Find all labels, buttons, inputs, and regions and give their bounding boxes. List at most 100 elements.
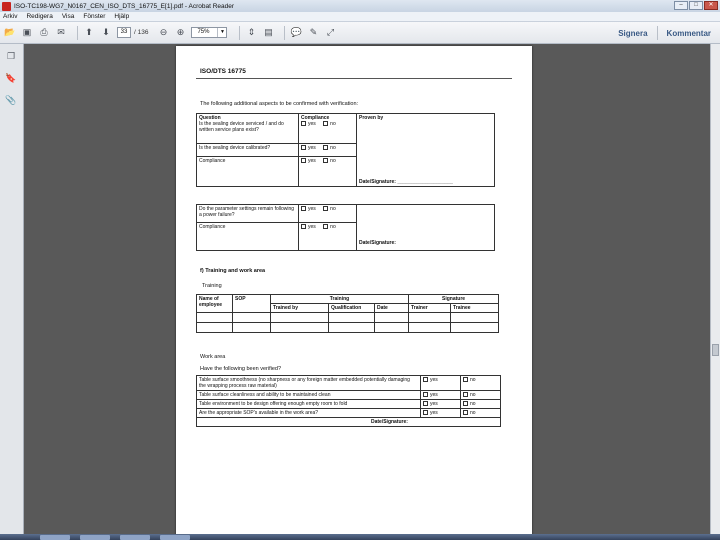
empty-cell <box>232 312 271 323</box>
next-page-icon[interactable]: ⬇ <box>100 27 112 39</box>
empty-cell <box>328 312 375 323</box>
empty-cell <box>328 322 375 333</box>
email-icon[interactable]: ✉ <box>55 27 67 39</box>
yes-label: yes <box>308 145 316 152</box>
yes-checkbox[interactable] <box>301 158 306 164</box>
attachment-icon[interactable]: 📎 <box>5 94 17 106</box>
no-checkbox[interactable] <box>323 158 329 164</box>
page-number-input[interactable]: 33 <box>117 27 131 38</box>
no-checkbox[interactable] <box>323 206 329 212</box>
menu-edit[interactable]: Redigera <box>26 13 52 20</box>
taskbar-item[interactable] <box>160 535 190 540</box>
save-icon[interactable]: ▣ <box>21 27 33 39</box>
yes-checkbox[interactable] <box>301 121 306 127</box>
menu-file[interactable]: Arkiv <box>3 13 17 20</box>
no-label: no <box>330 224 336 230</box>
no-checkbox[interactable] <box>323 145 329 151</box>
table-cell: yes <box>420 390 461 400</box>
table-row: Date/Signature: <box>196 417 501 427</box>
yes-label: yes <box>308 121 316 127</box>
zoom-in-icon[interactable]: ⊕ <box>174 27 186 39</box>
date-signature: Date/Signature: ____________________ <box>359 179 453 185</box>
menu-view[interactable]: Visa <box>62 13 75 20</box>
date-header: Date <box>373 303 410 313</box>
fit-page-icon[interactable]: ⇕ <box>245 27 257 39</box>
no-checkbox[interactable] <box>463 377 468 383</box>
yes-checkbox[interactable] <box>301 206 306 212</box>
date-signature: Date/Signature: <box>359 240 396 246</box>
empty-cell <box>270 322 329 333</box>
table-cell: no <box>460 408 501 418</box>
taskbar-item[interactable] <box>40 535 70 540</box>
yes-checkbox[interactable] <box>301 224 306 230</box>
menu-help[interactable]: Hjälp <box>114 13 129 20</box>
table-cell: Date/Signature: <box>196 417 501 427</box>
table-row: Question Is the sealing device serviced … <box>196 112 495 187</box>
yes-label: yes <box>308 158 316 164</box>
pdf-page: ISO/DTS 16775 The following additional a… <box>176 46 532 540</box>
comment-button[interactable]: Kommentar <box>658 29 720 38</box>
menu-window[interactable]: Fönster <box>83 13 105 20</box>
yes-label: yes <box>308 224 316 230</box>
open-icon[interactable]: 📂 <box>4 27 16 39</box>
zoom-out-icon[interactable]: ⊖ <box>157 27 169 39</box>
table-cell: no <box>460 375 501 391</box>
verification-table-2: Do the parameter settings remain followi… <box>196 204 495 251</box>
empty-cell <box>270 312 329 323</box>
no-label: no <box>470 377 476 383</box>
yes-label: yes <box>430 377 438 383</box>
question-text: Do the parameter settings remain followi… <box>196 204 299 223</box>
yes-checkbox[interactable] <box>423 401 428 407</box>
question-text: Is the sealing device serviced / and do … <box>199 121 284 133</box>
taskbar <box>0 534 720 540</box>
no-checkbox[interactable] <box>323 121 329 127</box>
scroll-thumb[interactable] <box>712 344 719 356</box>
document-header: ISO/DTS 16775 <box>200 68 246 75</box>
no-checkbox[interactable] <box>463 410 468 416</box>
no-checkbox[interactable] <box>463 392 468 398</box>
highlight-icon[interactable]: ✎ <box>307 27 319 39</box>
table-cell: yes <box>420 408 461 418</box>
taskbar-item[interactable] <box>80 535 110 540</box>
pages-icon[interactable]: ❐ <box>5 50 17 62</box>
compliance-label: Compliance <box>196 156 299 187</box>
no-checkbox[interactable] <box>323 224 329 230</box>
no-label: no <box>470 392 476 398</box>
no-label: no <box>330 206 336 212</box>
sign-button[interactable]: Signera <box>609 29 656 38</box>
empty-cell <box>196 322 233 333</box>
empty-cell <box>373 312 410 323</box>
section-heading: f) Training and work area <box>200 268 266 274</box>
bookmark-icon[interactable]: 🔖 <box>5 72 17 84</box>
yes-checkbox[interactable] <box>423 392 428 398</box>
no-checkbox[interactable] <box>463 401 468 407</box>
table-cell: Compliance yes no <box>298 112 357 145</box>
work-area-signature: Date/Signature: <box>371 419 408 425</box>
intro-text: The following additional aspects to be c… <box>200 101 359 107</box>
maximize-button[interactable]: □ <box>689 1 703 10</box>
comment-icon[interactable]: 💬 <box>290 27 302 39</box>
page-total: / 136 <box>134 29 149 36</box>
taskbar-item[interactable] <box>120 535 150 540</box>
close-button[interactable]: ✕ <box>704 1 718 10</box>
fit-width-icon[interactable]: ▤ <box>262 27 274 39</box>
print-icon[interactable]: ⎙ <box>38 27 50 39</box>
yes-checkbox[interactable] <box>301 145 306 151</box>
minimize-button[interactable]: – <box>674 1 688 10</box>
table-cell: yes no <box>298 222 357 251</box>
no-label: no <box>470 401 476 407</box>
acrobat-icon <box>2 1 11 11</box>
vertical-scrollbar[interactable] <box>710 44 720 540</box>
work-area-item: Table environment to be design offering … <box>196 399 421 409</box>
work-area-item: Table surface smoothness (no sharpness o… <box>196 375 421 391</box>
yes-label: yes <box>430 392 438 398</box>
work-area-label: Work area <box>200 354 226 360</box>
yes-checkbox[interactable] <box>423 377 428 383</box>
table-cell: no <box>460 390 501 400</box>
previous-page-icon[interactable]: ⬆ <box>83 27 95 39</box>
expand-icon[interactable]: ⤢ <box>324 27 336 39</box>
yes-checkbox[interactable] <box>423 410 428 416</box>
empty-cell <box>450 322 500 333</box>
work-area-question: Have the following been verified? <box>200 366 282 372</box>
zoom-select[interactable]: 75% ▼ <box>191 27 228 38</box>
